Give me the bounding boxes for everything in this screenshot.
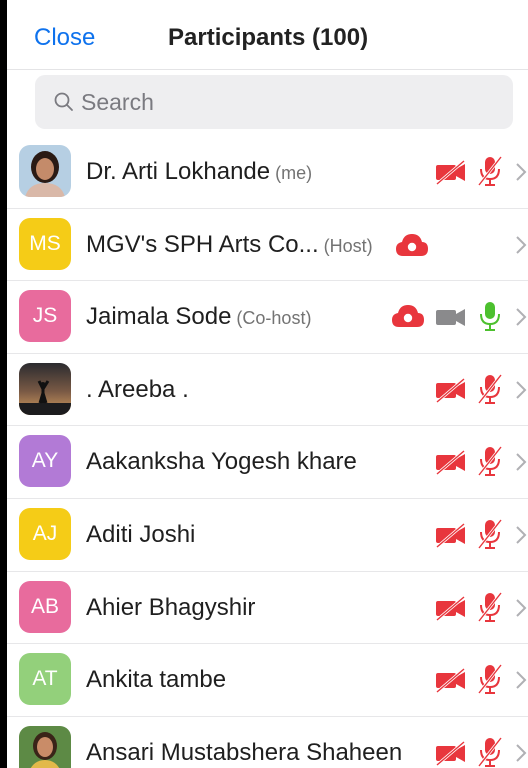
participant-row[interactable]: Dr. Arti Lokhande (me) — [7, 136, 528, 209]
avatar: AY — [19, 435, 71, 488]
participant-name: Aditi Joshi — [86, 520, 196, 548]
participant-row[interactable]: JS Jaimala Sode (Co-host) — [7, 281, 528, 354]
video-off-icon — [434, 739, 468, 768]
page-title: Participants (100) — [168, 24, 369, 51]
chevron-right-icon[interactable] — [515, 307, 527, 332]
video-off-icon — [434, 376, 468, 409]
video-off-icon — [434, 666, 468, 699]
mic-off-icon — [476, 663, 504, 700]
mic-off-icon — [476, 591, 504, 628]
mic-on-icon — [476, 300, 504, 337]
participant-name: . Areeba . — [86, 375, 189, 403]
participant-row[interactable]: MS MGV's SPH Arts Co... (Host) — [7, 209, 528, 282]
participant-name: MGV's SPH Arts Co... (Host) — [86, 230, 373, 258]
avatar: AJ — [19, 507, 71, 560]
participant-name: Jaimala Sode (Co-host) — [86, 303, 312, 331]
participant-name: Ahier Bhagyshir — [86, 593, 256, 621]
avatar: AT — [19, 653, 71, 706]
participant-row[interactable]: . Areeba . — [7, 354, 528, 427]
avatar: MS — [19, 217, 71, 270]
role-tag: (Host) — [318, 235, 373, 256]
chevron-right-icon[interactable] — [515, 670, 527, 695]
close-button[interactable]: Close — [34, 24, 95, 52]
avatar — [19, 725, 71, 768]
chevron-right-icon[interactable] — [515, 598, 527, 623]
chevron-right-icon[interactable] — [515, 452, 527, 477]
role-tag: (Co-host) — [231, 308, 312, 329]
participant-row[interactable]: Ansari Mustabshera Shaheen — [7, 717, 528, 768]
participant-name: Aakanksha Yogesh khare — [86, 448, 357, 476]
mic-off-icon — [476, 155, 504, 192]
participant-row[interactable]: AY Aakanksha Yogesh khare — [7, 426, 528, 499]
search-icon — [54, 92, 73, 111]
chevron-right-icon[interactable] — [515, 235, 527, 260]
cloud-record-icon — [390, 303, 426, 334]
participants-list: Dr. Arti Lokhande (me) MS MGV's SPH Arts … — [7, 136, 528, 768]
chevron-right-icon[interactable] — [515, 380, 527, 405]
chevron-right-icon[interactable] — [515, 162, 527, 187]
participant-name: Dr. Arti Lokhande (me) — [86, 158, 313, 185]
avatar — [19, 362, 71, 415]
header-bar: Close Participants (100) — [7, 0, 528, 70]
mic-off-icon — [476, 736, 504, 768]
role-tag: (me) — [270, 163, 313, 183]
cloud-record-icon — [394, 232, 430, 263]
video-off-icon — [434, 594, 468, 627]
mic-off-icon — [476, 373, 504, 410]
video-off-icon — [434, 158, 468, 191]
participant-row[interactable]: AB Ahier Bhagyshir — [7, 572, 528, 645]
video-on-icon — [434, 303, 468, 336]
video-off-icon — [434, 521, 468, 554]
participant-row[interactable]: AJ Aditi Joshi — [7, 499, 528, 572]
chevron-right-icon[interactable] — [515, 525, 527, 550]
search-input[interactable] — [81, 85, 501, 119]
participants-screen: Close Participants (100) Dr. Arti Lokhan… — [7, 0, 528, 768]
participant-row[interactable]: AT Ankita tambe — [7, 644, 528, 717]
mic-off-icon — [476, 518, 504, 555]
avatar — [19, 145, 71, 197]
avatar: JS — [19, 290, 71, 343]
mic-off-icon — [476, 445, 504, 482]
video-off-icon — [434, 448, 468, 481]
search-bar[interactable] — [35, 75, 513, 129]
participant-name: Ansari Mustabshera Shaheen — [86, 738, 403, 766]
avatar: AB — [19, 580, 71, 633]
chevron-right-icon[interactable] — [515, 743, 527, 768]
participant-name: Ankita tambe — [86, 666, 227, 694]
